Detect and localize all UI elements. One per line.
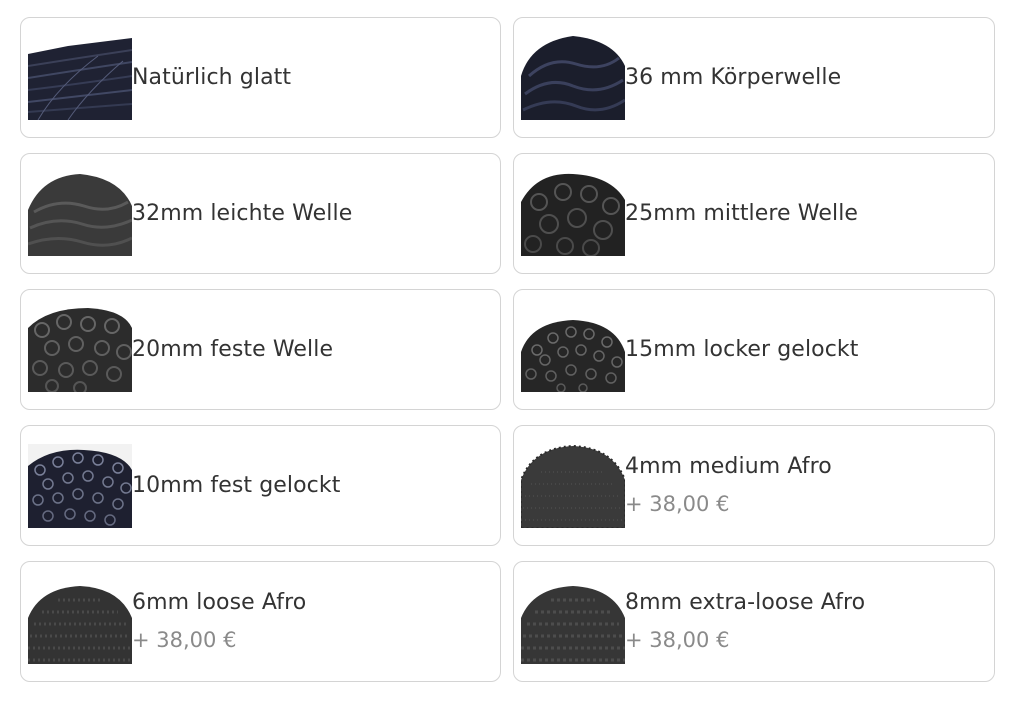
option-text: Natürlich glatt xyxy=(132,63,291,93)
option-card-medium-wave[interactable]: 25mm mittlere Welle xyxy=(513,153,995,274)
option-text: 36 mm Körperwelle xyxy=(625,63,841,93)
option-label: 32mm leichte Welle xyxy=(132,200,353,226)
option-text: 15mm locker gelockt xyxy=(625,335,858,365)
option-card-tight-curl[interactable]: 10mm fest gelockt xyxy=(20,425,501,546)
option-price: + 38,00 € xyxy=(625,492,730,516)
option-card-loose-afro[interactable]: 6mm loose Afro + 38,00 € xyxy=(20,561,501,682)
option-card-extra-loose-afro[interactable]: 8mm extra-loose Afro + 38,00 € xyxy=(513,561,995,682)
loose-curl-hair-swatch xyxy=(521,307,625,392)
option-label: 8mm extra-loose Afro xyxy=(625,590,866,615)
option-text: 20mm feste Welle xyxy=(132,335,333,365)
tight-curl-hair-swatch xyxy=(28,443,132,528)
option-text: 32mm leichte Welle xyxy=(132,199,352,229)
option-text: 8mm extra-loose Afro + 38,00 € xyxy=(625,588,865,655)
option-card-loose-curl[interactable]: 15mm locker gelockt xyxy=(513,289,995,410)
body-wave-hair-swatch xyxy=(521,35,625,120)
option-text: 25mm mittlere Welle xyxy=(625,199,858,229)
option-card-natural-straight[interactable]: Natürlich glatt xyxy=(20,17,501,138)
option-label: 10mm fest gelockt xyxy=(132,472,341,498)
option-card-firm-wave[interactable]: 20mm feste Welle xyxy=(20,289,501,410)
option-text: 6mm loose Afro + 38,00 € xyxy=(132,588,306,655)
option-label: 6mm loose Afro xyxy=(132,590,307,615)
option-price: + 38,00 € xyxy=(132,628,237,652)
option-label: Natürlich glatt xyxy=(132,64,292,90)
option-text: 10mm fest gelockt xyxy=(132,471,340,501)
option-label: 4mm medium Afro xyxy=(625,454,832,479)
option-card-medium-afro[interactable]: 4mm medium Afro + 38,00 € xyxy=(513,425,995,546)
firm-wave-hair-swatch xyxy=(28,307,132,392)
straight-hair-swatch xyxy=(28,35,132,120)
option-label: 25mm mittlere Welle xyxy=(625,200,859,226)
option-card-slight-wave[interactable]: 32mm leichte Welle xyxy=(20,153,501,274)
afro-hair-swatch xyxy=(521,443,625,528)
afro-hair-swatch xyxy=(521,579,625,664)
medium-wave-hair-swatch xyxy=(521,171,625,256)
afro-hair-swatch xyxy=(28,579,132,664)
hair-style-options-grid: Natürlich glatt 36 mm Körperwelle 32mm l… xyxy=(20,17,995,682)
option-label: 36 mm Körperwelle xyxy=(625,64,842,90)
option-label: 15mm locker gelockt xyxy=(625,336,859,362)
option-text: 4mm medium Afro + 38,00 € xyxy=(625,452,832,519)
option-card-body-wave[interactable]: 36 mm Körperwelle xyxy=(513,17,995,138)
option-label: 20mm feste Welle xyxy=(132,336,334,362)
slight-wave-hair-swatch xyxy=(28,171,132,256)
option-price: + 38,00 € xyxy=(625,628,730,652)
